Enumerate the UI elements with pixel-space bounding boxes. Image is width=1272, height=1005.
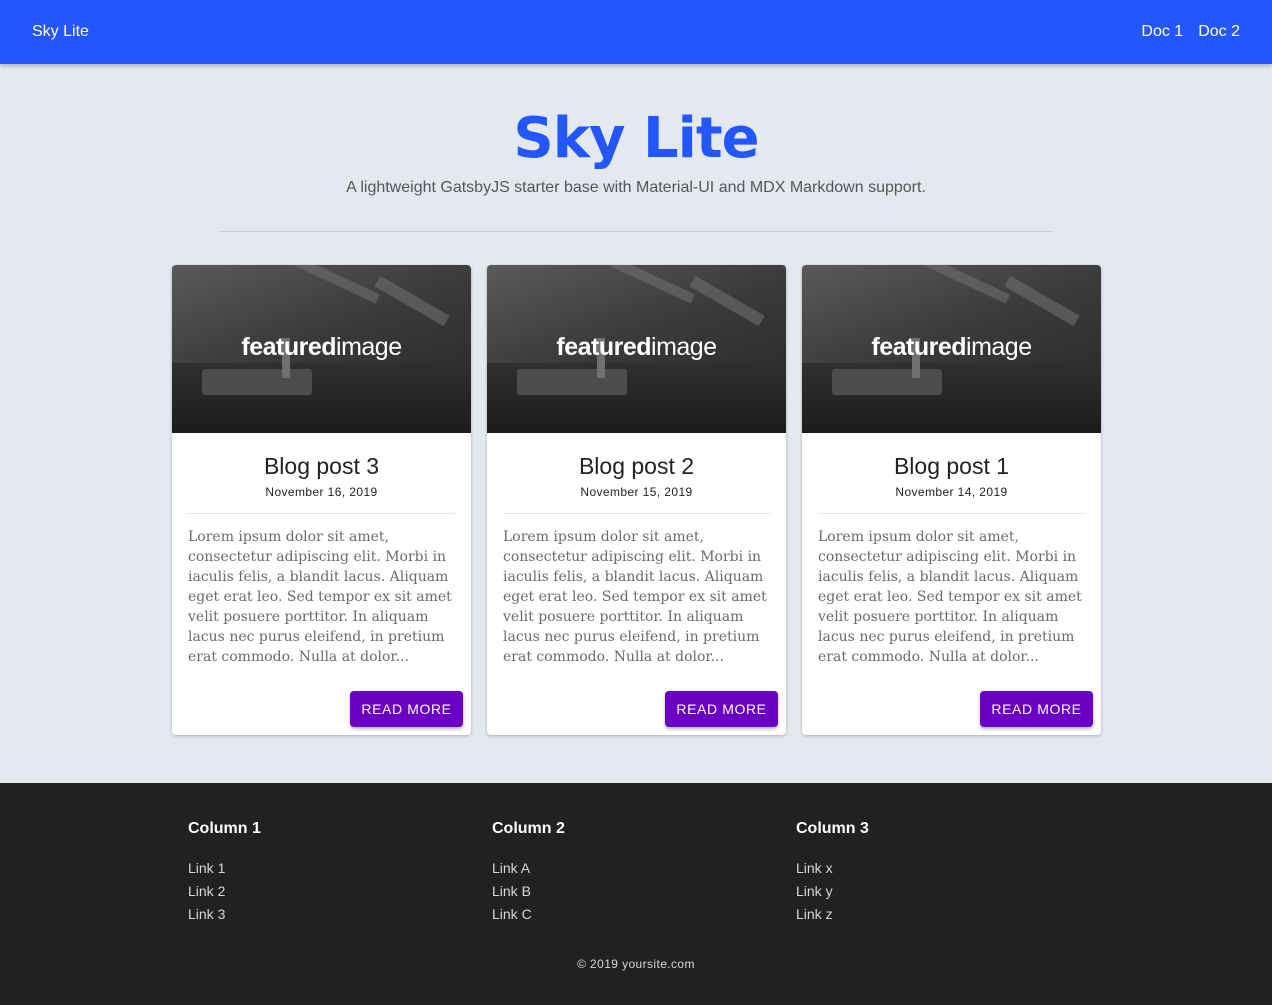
footer-link[interactable]: Link y xyxy=(796,880,869,903)
footer-link[interactable]: Link 1 xyxy=(188,857,261,880)
top-nav: Doc 1 Doc 2 xyxy=(1141,23,1240,41)
footer-link[interactable]: Link B xyxy=(492,880,565,903)
read-more-button[interactable]: READ MORE xyxy=(980,691,1093,727)
post-excerpt: Lorem ipsum dolor sit amet, consectetur … xyxy=(818,529,1082,665)
post-date: November 14, 2019 xyxy=(895,485,1008,499)
nav-link-doc-2[interactable]: Doc 2 xyxy=(1198,23,1240,41)
page-title: Sky Lite xyxy=(513,106,759,171)
card-divider xyxy=(818,513,1085,514)
brand-link[interactable]: Sky Lite xyxy=(32,23,89,41)
footer-link[interactable]: Link z xyxy=(796,903,869,926)
post-card: featuredimage Blog post 2 November 15, 2… xyxy=(487,265,786,735)
copyright-text: © 2019 yoursite.com xyxy=(577,957,695,971)
featured-image: featuredimage xyxy=(172,265,471,433)
footer-column-heading: Column 3 xyxy=(796,820,869,837)
footer-link[interactable]: Link 2 xyxy=(188,880,261,903)
featured-image-logo: featuredimage xyxy=(871,333,1032,361)
footer-link[interactable]: Link x xyxy=(796,857,869,880)
footer-column-1: Column 1 Link 1 Link 2 Link 3 xyxy=(188,820,261,926)
footer-link[interactable]: Link C xyxy=(492,903,565,926)
card-divider xyxy=(503,513,770,514)
post-title: Blog post 1 xyxy=(893,453,1010,479)
post-card: featuredimage Blog post 1 November 14, 2… xyxy=(802,265,1101,735)
post-date: November 15, 2019 xyxy=(580,485,693,499)
footer-column-heading: Column 1 xyxy=(188,820,261,837)
footer-column-heading: Column 2 xyxy=(492,820,565,837)
hero-divider xyxy=(220,231,1052,232)
footer: Column 1 Link 1 Link 2 Link 3 Column 2 L… xyxy=(0,783,1272,1005)
post-title: Blog post 3 xyxy=(263,453,380,479)
footer-link[interactable]: Link 3 xyxy=(188,903,261,926)
post-excerpt: Lorem ipsum dolor sit amet, consectetur … xyxy=(503,529,767,665)
post-title: Blog post 2 xyxy=(578,453,695,479)
featured-image-logo: featuredimage xyxy=(241,333,402,361)
page-subtitle: A lightweight GatsbyJS starter base with… xyxy=(346,179,926,196)
post-date: November 16, 2019 xyxy=(265,485,378,499)
card-divider xyxy=(188,513,455,514)
footer-link[interactable]: Link A xyxy=(492,857,565,880)
featured-image: featuredimage xyxy=(487,265,786,433)
post-card-list: featuredimage Blog post 3 November 16, 2… xyxy=(172,265,1101,735)
featured-image: featuredimage xyxy=(802,265,1101,433)
app-bar: Sky Lite Doc 1 Doc 2 xyxy=(0,0,1272,64)
read-more-button[interactable]: READ MORE xyxy=(350,691,463,727)
post-card: featuredimage Blog post 3 November 16, 2… xyxy=(172,265,471,735)
post-excerpt: Lorem ipsum dolor sit amet, consectetur … xyxy=(188,529,452,665)
read-more-button[interactable]: READ MORE xyxy=(665,691,778,727)
nav-link-doc-1[interactable]: Doc 1 xyxy=(1141,23,1183,41)
footer-column-3: Column 3 Link x Link y Link z xyxy=(796,820,869,926)
footer-column-2: Column 2 Link A Link B Link C xyxy=(492,820,565,926)
featured-image-logo: featuredimage xyxy=(556,333,717,361)
